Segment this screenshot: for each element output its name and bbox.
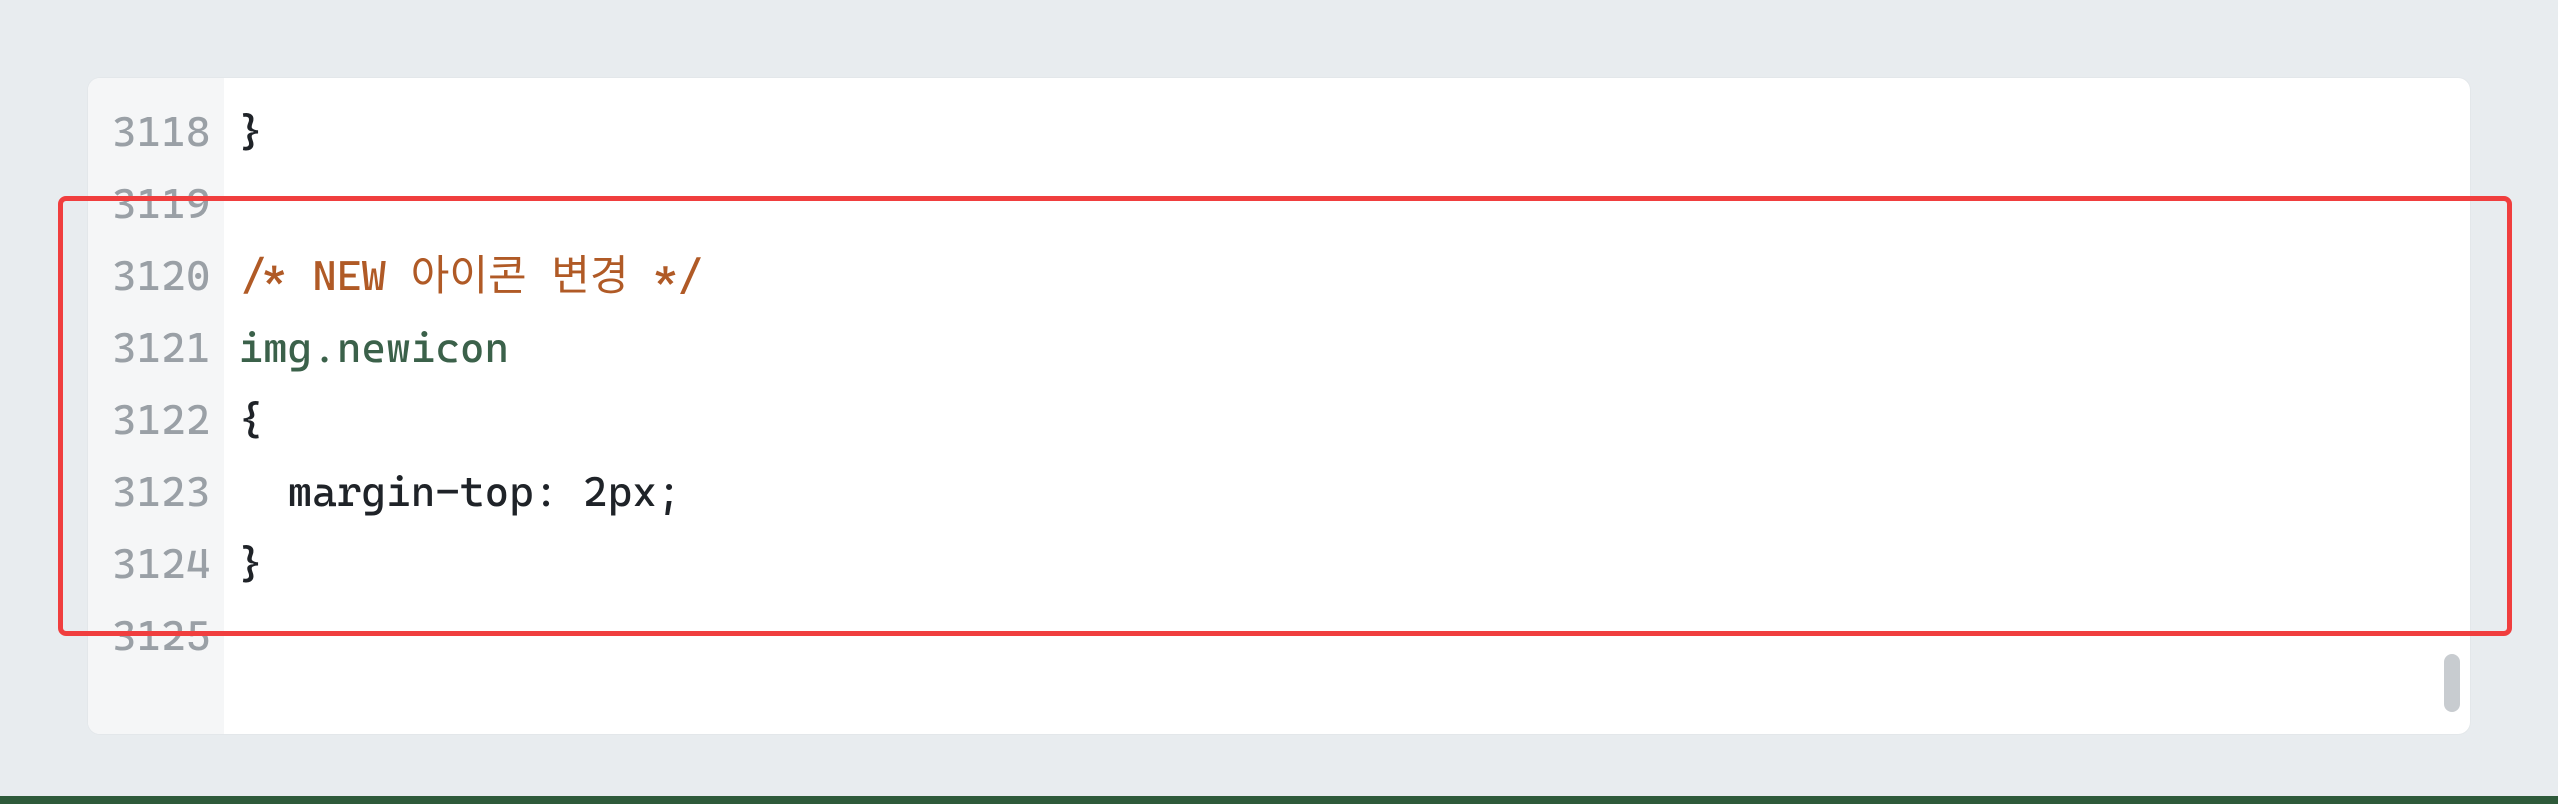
- code-editor[interactable]: 3118 3119 3120 3121 3122 3123 3124 3125 …: [88, 78, 2470, 734]
- line-number-gutter: 3118 3119 3120 3121 3122 3123 3124 3125: [88, 78, 224, 734]
- colon-token: :: [534, 467, 583, 516]
- code-line[interactable]: }: [238, 528, 2470, 600]
- brace-token: {: [238, 395, 263, 444]
- line-number: 3119: [112, 168, 210, 240]
- code-line[interactable]: [238, 600, 2470, 672]
- line-number: 3120: [112, 240, 210, 312]
- brace-token: }: [238, 107, 263, 156]
- brace-token: }: [238, 539, 263, 588]
- line-number: 3121: [112, 312, 210, 384]
- line-number: 3122: [112, 384, 210, 456]
- property-token: margin-top: [288, 467, 534, 516]
- code-line[interactable]: }: [238, 96, 2470, 168]
- code-line[interactable]: margin-top: 2px;: [238, 456, 2470, 528]
- line-number: 3125: [112, 600, 210, 672]
- line-number: 3123: [112, 456, 210, 528]
- scrollbar-thumb[interactable]: [2444, 654, 2460, 712]
- semicolon-token: ;: [657, 467, 682, 516]
- indent-token: [238, 456, 287, 528]
- code-line[interactable]: img.newicon: [238, 312, 2470, 384]
- code-content[interactable]: } /* NEW 아이콘 변경 */ img.newicon { margin-…: [224, 78, 2470, 734]
- bottom-accent-bar: [0, 796, 2558, 804]
- code-line[interactable]: /* NEW 아이콘 변경 */: [238, 240, 2470, 312]
- line-number: 3124: [112, 528, 210, 600]
- code-line[interactable]: [238, 168, 2470, 240]
- selector-token: img.newicon: [238, 323, 509, 372]
- line-number: 3118: [112, 96, 210, 168]
- code-line[interactable]: {: [238, 384, 2470, 456]
- value-token: 2px: [583, 467, 657, 516]
- comment-token: /* NEW 아이콘 변경 */: [238, 251, 702, 300]
